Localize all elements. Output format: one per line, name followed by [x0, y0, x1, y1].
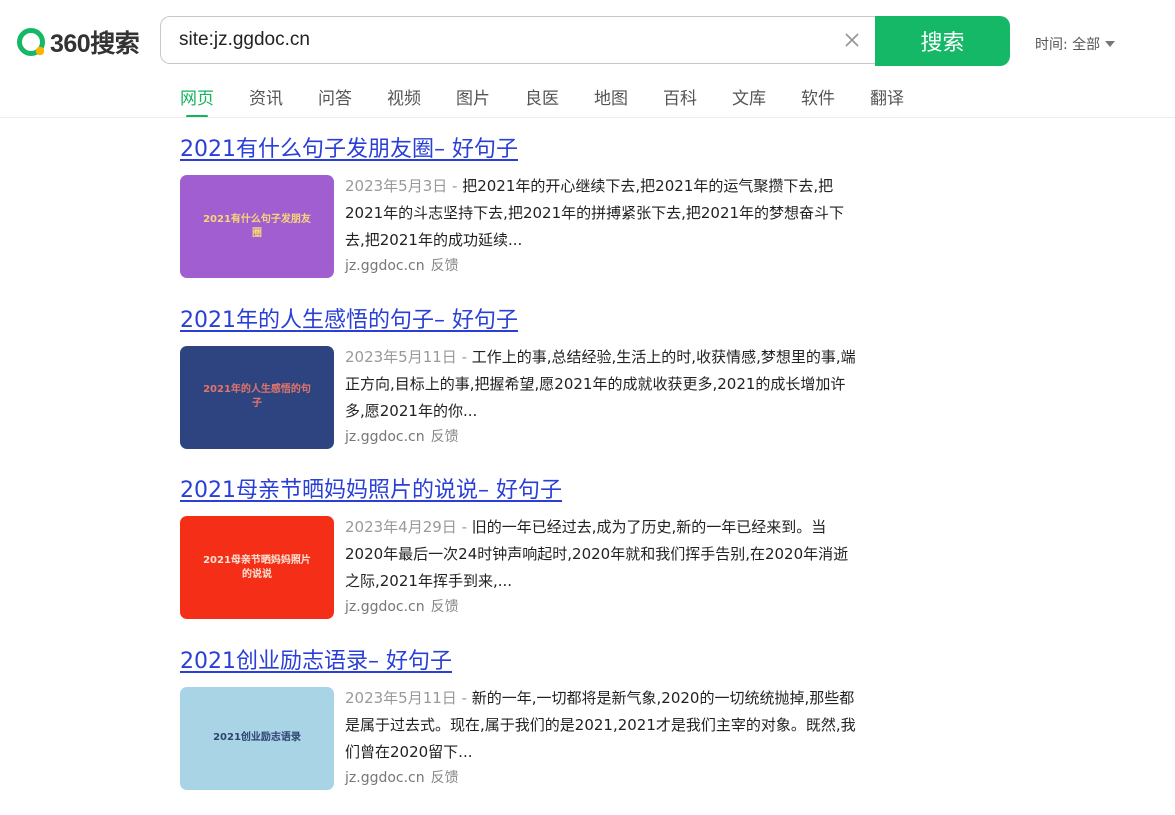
result-thumbnail[interactable]: 2021创业励志语录	[180, 686, 334, 790]
search-results: 2021有什么句子发朋友圈– 好句子 2021有什么句子发朋友圈 2023年5月…	[180, 133, 870, 815]
feedback-link[interactable]: 反馈	[431, 258, 459, 274]
result-title-link[interactable]: 2021有什么句子发朋友圈– 好句子	[180, 133, 870, 169]
result-snippet: 2023年4月29日 - 旧的一年已经过去,成为了历史,新的一年已经来到。当20…	[345, 514, 857, 595]
result-domain[interactable]: jz.ggdoc.cn	[345, 770, 425, 786]
result-title-link[interactable]: 2021创业励志语录– 好句子	[180, 645, 870, 681]
search-result: 2021有什么句子发朋友圈– 好句子 2021有什么句子发朋友圈 2023年5月…	[180, 133, 870, 304]
result-snippet: 2023年5月11日 - 工作上的事,总结经验,生活上的时,收获情感,梦想里的事…	[345, 344, 857, 425]
result-title-link[interactable]: 2021母亲节晒妈妈照片的说说– 好句子	[180, 474, 870, 510]
tab-images[interactable]: 图片	[456, 84, 490, 118]
feedback-link[interactable]: 反馈	[431, 770, 459, 786]
search-box	[160, 16, 876, 64]
logo-360-search[interactable]: 360搜索	[14, 24, 140, 60]
tab-qa[interactable]: 问答	[318, 84, 352, 118]
date-separator: -	[456, 347, 472, 366]
result-snippet: 2023年5月3日 - 把2021年的开心继续下去,把2021年的运气聚攒下去,…	[345, 173, 857, 254]
result-title-link[interactable]: 2021年的人生感悟的句子– 好句子	[180, 304, 870, 340]
result-domain[interactable]: jz.ggdoc.cn	[345, 599, 425, 615]
search-result: 2021创业励志语录– 好句子 2021创业励志语录 2023年5月11日 - …	[180, 645, 870, 815]
result-domain[interactable]: jz.ggdoc.cn	[345, 258, 425, 274]
result-date: 2023年5月11日	[345, 347, 457, 366]
thumbnail-caption: 2021创业励志语录	[213, 732, 301, 743]
thumbnail-caption: 2021有什么句子发朋友圈	[203, 213, 311, 239]
result-snippet: 2023年5月11日 - 新的一年,一切都将是新气象,2020的一切统统抛掉,那…	[345, 685, 857, 766]
tab-wenku[interactable]: 文库	[732, 84, 766, 118]
search-tabs: 网页 资讯 问答 视频 图片 良医 地图 百科 文库 软件 翻译	[180, 84, 939, 118]
result-date: 2023年5月3日	[345, 177, 448, 195]
thumbnail-caption: 2021年的人生感悟的句子	[203, 384, 311, 409]
logo-text: 360搜索	[50, 30, 140, 58]
search-result: 2021母亲节晒妈妈照片的说说– 好句子 2021母亲节晒妈妈照片的说说 202…	[180, 474, 870, 645]
search-result: 2021年的人生感悟的句子– 好句子 2021年的人生感悟的句子 2023年5月…	[180, 304, 870, 475]
date-separator: -	[456, 518, 472, 536]
search-input[interactable]	[179, 17, 819, 63]
clear-icon[interactable]	[842, 30, 862, 50]
result-date: 2023年5月11日	[345, 688, 457, 707]
time-filter-dropdown[interactable]: 时间: 全部	[1035, 34, 1116, 54]
search-button[interactable]: 搜索	[875, 16, 1010, 66]
result-thumbnail[interactable]: 2021年的人生感悟的句子	[180, 345, 334, 449]
tab-translate[interactable]: 翻译	[870, 84, 904, 118]
time-filter-label: 时间: 全部	[1035, 37, 1101, 53]
result-thumbnail[interactable]: 2021母亲节晒妈妈照片的说说	[180, 516, 334, 619]
header-divider	[0, 117, 1175, 118]
tab-baike[interactable]: 百科	[663, 84, 697, 118]
thumbnail-caption: 2021母亲节晒妈妈照片的说说	[203, 554, 311, 580]
360-logo-icon	[17, 28, 45, 56]
tab-map[interactable]: 地图	[594, 84, 628, 118]
tab-video[interactable]: 视频	[387, 84, 421, 118]
tab-web[interactable]: 网页	[180, 84, 214, 118]
date-separator: -	[456, 688, 472, 707]
date-separator: -	[447, 177, 463, 195]
caret-down-icon	[1105, 41, 1116, 47]
tab-software[interactable]: 软件	[801, 84, 835, 118]
result-thumbnail[interactable]: 2021有什么句子发朋友圈	[180, 175, 334, 278]
tab-news[interactable]: 资讯	[249, 84, 283, 118]
result-domain[interactable]: jz.ggdoc.cn	[345, 429, 425, 445]
result-date: 2023年4月29日	[345, 518, 457, 536]
feedback-link[interactable]: 反馈	[431, 429, 459, 445]
feedback-link[interactable]: 反馈	[431, 599, 459, 615]
tab-doctor[interactable]: 良医	[525, 84, 559, 118]
